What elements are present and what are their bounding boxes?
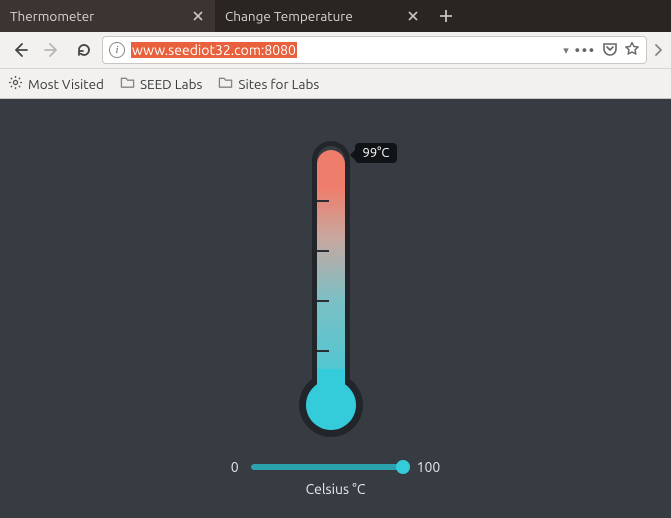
star-icon[interactable] xyxy=(624,41,640,60)
thermometer-tick xyxy=(317,350,329,352)
thermometer-bulb xyxy=(306,380,356,430)
info-icon[interactable]: i xyxy=(109,42,125,58)
bookmark-label: Sites for Labs xyxy=(238,76,319,92)
close-icon[interactable] xyxy=(406,9,420,23)
url-bar[interactable]: i www.seediot32.com:8080 ▾ ••• xyxy=(102,36,647,64)
tab-strip: Thermometer Change Temperature xyxy=(0,0,671,32)
thermometer-fill xyxy=(317,150,345,401)
back-button[interactable] xyxy=(6,36,34,64)
bookmarks-bar: Most Visited SEED Labs Sites for Labs xyxy=(0,69,671,99)
gear-icon xyxy=(8,75,23,93)
folder-icon xyxy=(120,75,135,93)
tab-thermometer[interactable]: Thermometer xyxy=(0,0,215,32)
reload-button[interactable] xyxy=(70,36,98,64)
folder-icon xyxy=(218,75,233,93)
bookmark-label: Most Visited xyxy=(28,76,104,92)
unit-label: Celsius °C xyxy=(306,481,366,497)
new-tab-button[interactable] xyxy=(430,0,462,32)
temperature-slider[interactable] xyxy=(251,464,405,470)
close-icon[interactable] xyxy=(191,9,205,23)
tab-change-temperature[interactable]: Change Temperature xyxy=(215,0,430,32)
slider-row: 0 100 xyxy=(231,459,441,475)
tab-title: Thermometer xyxy=(10,8,191,24)
pocket-icon[interactable] xyxy=(602,41,618,60)
thermometer-tube xyxy=(312,141,350,401)
page-actions-icon[interactable]: ••• xyxy=(575,42,596,58)
bookmark-seed-labs[interactable]: SEED Labs xyxy=(120,75,202,93)
toolbar: i www.seediot32.com:8080 ▾ ••• xyxy=(0,32,671,69)
overflow-chevron-icon[interactable] xyxy=(651,43,665,57)
page-content: 99°C 0 100 Celsius °C xyxy=(0,99,671,518)
bookmark-most-visited[interactable]: Most Visited xyxy=(8,75,104,93)
slider-min-label: 0 xyxy=(231,459,239,475)
thermometer-tick xyxy=(317,250,329,252)
thermometer: 99°C xyxy=(276,141,396,441)
tab-title: Change Temperature xyxy=(225,8,406,24)
bookmark-label: SEED Labs xyxy=(140,76,202,92)
slider-max-label: 100 xyxy=(417,459,441,475)
slider-fill xyxy=(251,464,403,470)
slider-thumb[interactable] xyxy=(396,460,410,474)
bookmark-sites-for-labs[interactable]: Sites for Labs xyxy=(218,75,319,93)
thermometer-tick xyxy=(317,200,329,202)
thermometer-tick xyxy=(317,300,329,302)
url-text: www.seediot32.com:8080 xyxy=(131,42,557,58)
temperature-badge: 99°C xyxy=(355,143,398,163)
chevron-down-icon[interactable]: ▾ xyxy=(563,44,569,57)
forward-button[interactable] xyxy=(38,36,66,64)
